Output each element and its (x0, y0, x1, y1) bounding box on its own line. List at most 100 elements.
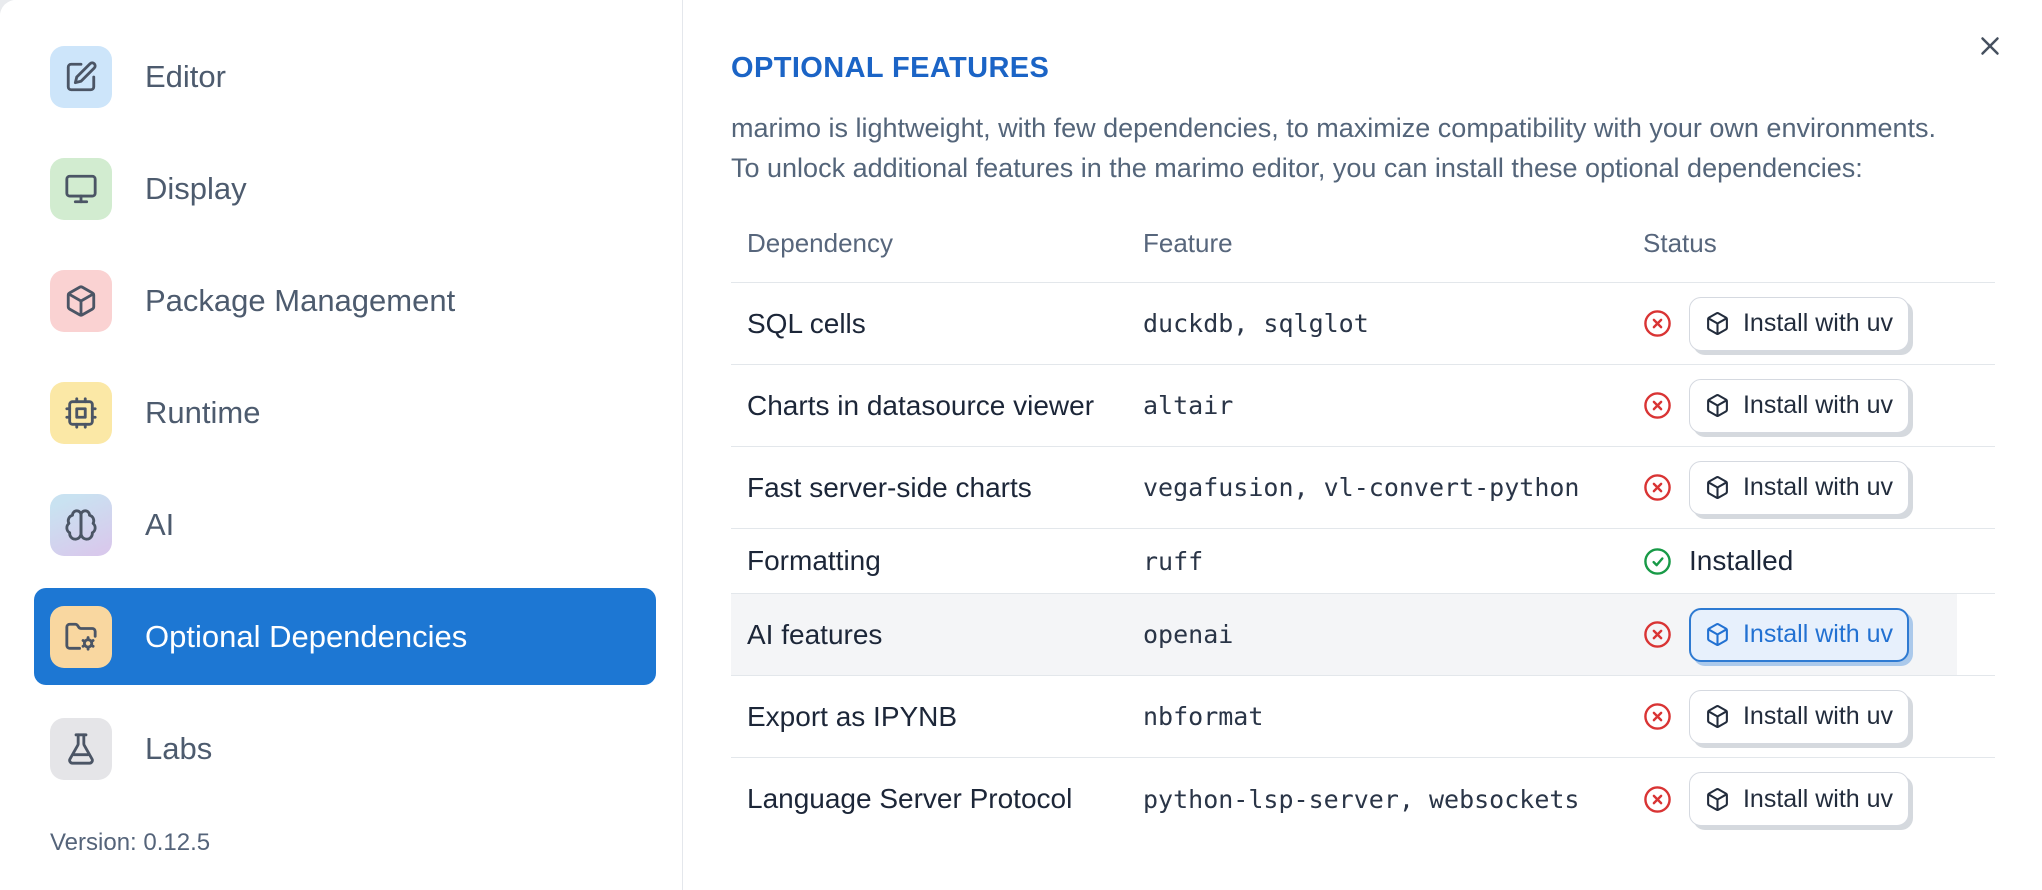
package-icon (1707, 623, 1728, 646)
dependency-cell: AI features (747, 618, 883, 650)
package-icon (1707, 476, 1728, 499)
install-with-uv-button[interactable]: Install with uv (1689, 689, 1909, 744)
installed-label: Installed (1689, 545, 1794, 576)
install-button-label: Install with uv (1742, 784, 1894, 813)
dependency-cell: Fast server-side charts (747, 471, 1032, 503)
monitor-icon (65, 174, 97, 203)
sidebar-item-label: Optional Dependencies (145, 618, 468, 654)
flask-icon (68, 732, 94, 765)
close-button[interactable] (1968, 24, 2012, 68)
install-button-label: Install with uv (1742, 391, 1894, 419)
dependency-cell: Charts in datasource viewer (747, 389, 1095, 421)
settings-nav: Editor Display Package Management Runtim… (0, 0, 682, 797)
sidebar-item-display[interactable]: Display (34, 140, 656, 237)
package-icon (1707, 787, 1728, 811)
settings-dialog: Editor Display Package Management Runtim… (0, 0, 2042, 890)
package-icon (66, 284, 96, 317)
dependencies-table: Dependency Feature Status SQL cells duck… (731, 204, 1995, 840)
brain-icon (65, 508, 97, 541)
dependency-cell: Export as IPYNB (747, 700, 958, 732)
sidebar-item-icon-box (50, 605, 112, 668)
status-cell: Install with uv (1643, 378, 1957, 433)
sidebar-item-label: Labs (145, 730, 213, 766)
sidebar-item-label: Display (145, 170, 247, 206)
sidebar-item-label: Editor (145, 58, 226, 94)
status-missing: Install with uv (1643, 689, 1909, 744)
sidebar-item-ai[interactable]: AI (34, 476, 656, 573)
settings-sidebar: Editor Display Package Management Runtim… (0, 0, 683, 890)
circle-x-icon (1643, 473, 1672, 502)
status-missing: Install with uv (1643, 296, 1909, 351)
dependency-cell: Language Server Protocol (747, 783, 1073, 814)
feature-cell: python-lsp-server, websockets (1143, 784, 1580, 814)
feature-cell: altair (1143, 391, 1234, 420)
sidebar-item-optional-dependencies[interactable]: Optional Dependencies (34, 588, 656, 685)
status-cell: Install with uv (1643, 460, 1957, 515)
circle-x-icon (1643, 391, 1672, 420)
status-installed: Installed (1643, 545, 1793, 577)
sidebar-item-label: Package Management (145, 282, 456, 318)
table-header-row: Dependency Feature Status (731, 204, 1995, 283)
status-missing: Install with uv (1643, 607, 1909, 662)
column-header-feature: Feature (1143, 227, 1233, 258)
close-icon (1981, 37, 1999, 55)
install-with-uv-button[interactable]: Install with uv (1689, 460, 1909, 515)
sidebar-item-icon-box (50, 269, 112, 332)
circle-check-icon (1643, 547, 1672, 576)
cpu-icon (65, 396, 97, 429)
column-header-dependency: Dependency (747, 227, 893, 258)
table-row-ai-features: AI features openai Install with uv (731, 594, 1995, 676)
optional-features-panel: OPTIONAL FEATURES marimo is lightweight,… (684, 0, 2042, 890)
sidebar-item-runtime[interactable]: Runtime (34, 364, 656, 461)
sidebar-item-label: AI (145, 506, 175, 542)
circle-x-icon (1643, 309, 1672, 338)
table-row-charts-datasource-viewer: Charts in datasource viewer altair Insta… (731, 365, 1995, 447)
sidebar-item-label: Runtime (145, 394, 261, 430)
folder-gear-icon (65, 622, 97, 651)
circle-x-icon (1643, 702, 1672, 731)
sidebar-item-icon-box (50, 493, 112, 556)
dependency-cell: SQL cells (747, 307, 866, 339)
sidebar-item-labs[interactable]: Labs (34, 700, 656, 797)
install-with-uv-button[interactable]: Install with uv (1689, 296, 1909, 351)
status-cell: Installed (1643, 545, 1957, 577)
sidebar-item-icon-box (50, 381, 112, 444)
dependency-cell: Formatting (747, 545, 881, 576)
package-icon (1707, 312, 1728, 335)
sidebar-item-package-management[interactable]: Package Management (34, 252, 656, 349)
install-button-label: Install with uv (1742, 309, 1894, 337)
install-with-uv-button[interactable]: Install with uv (1689, 772, 1909, 826)
table-row-sql-cells: SQL cells duckdb, sqlglot Install with u… (731, 283, 1995, 365)
status-cell: Install with uv (1643, 772, 1957, 826)
description-line-1: marimo is lightweight, with few dependen… (731, 113, 1937, 143)
package-icon (1707, 705, 1728, 728)
status-missing: Install with uv (1643, 772, 1909, 826)
install-button-label: Install with uv (1742, 620, 1894, 648)
feature-cell: duckdb, sqlglot (1143, 309, 1369, 338)
circle-x-icon (1643, 620, 1672, 649)
status-cell: Install with uv (1643, 607, 1957, 662)
install-with-uv-button[interactable]: Install with uv (1689, 378, 1909, 433)
feature-cell: openai (1143, 620, 1234, 649)
status-missing: Install with uv (1643, 460, 1909, 515)
status-cell: Install with uv (1643, 689, 1957, 744)
table-row-export-ipynb: Export as IPYNB nbformat Install with uv (731, 676, 1995, 758)
description-line-2: To unlock additional features in the mar… (731, 153, 1863, 183)
page-title: OPTIONAL FEATURES (731, 52, 1050, 84)
feature-cell: ruff (1143, 546, 1204, 576)
feature-cell: vegafusion, vl-convert-python (1143, 473, 1580, 502)
status-cell: Install with uv (1643, 296, 1957, 351)
edit-pencil-icon (66, 60, 97, 91)
table-row-formatting: Formatting ruff Installed (731, 529, 1995, 594)
panel-description: marimo is lightweight, with few dependen… (731, 108, 1995, 188)
sidebar-item-icon-box (50, 717, 112, 780)
version-label: Version: 0.12.5 (50, 829, 211, 856)
install-with-uv-button[interactable]: Install with uv (1689, 607, 1909, 662)
status-missing: Install with uv (1643, 378, 1909, 433)
package-icon (1707, 394, 1728, 417)
sidebar-item-editor[interactable]: Editor (34, 28, 656, 125)
circle-x-icon (1643, 785, 1672, 814)
table-row-language-server-protocol: Language Server Protocol python-lsp-serv… (731, 758, 1995, 840)
install-button-label: Install with uv (1742, 702, 1894, 730)
sidebar-item-icon-box (50, 157, 112, 220)
